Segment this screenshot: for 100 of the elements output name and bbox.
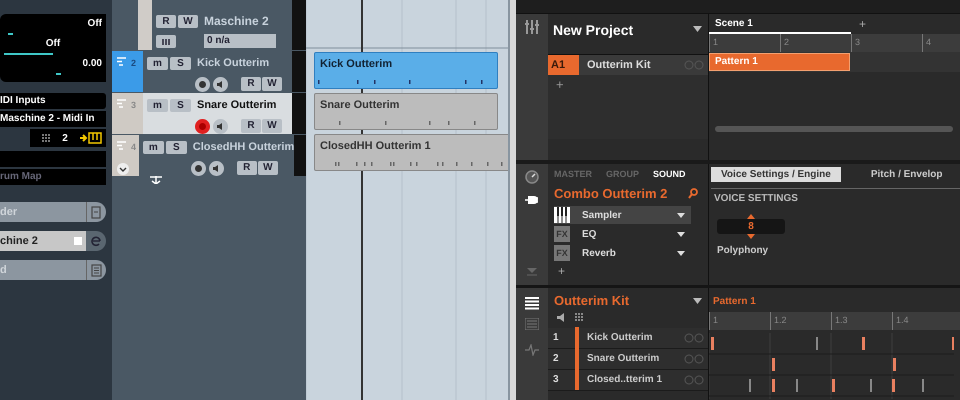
midi-input-field[interactable]: Maschine 2 - Midi In (0, 111, 106, 127)
knob-icons (684, 332, 704, 342)
track-list-icon (117, 57, 127, 66)
notes-icon (91, 264, 102, 276)
fx-badge: FX (554, 245, 570, 261)
group-name: Outterim Kit (587, 58, 651, 73)
track-button[interactable]: m (147, 56, 168, 70)
dropdown-icon (677, 232, 685, 236)
track-name: Maschine 2 (204, 13, 269, 30)
scrollbar[interactable] (715, 126, 953, 132)
speaker-icon (208, 160, 224, 176)
sound-number: 2 (552, 352, 560, 366)
group-row[interactable]: A1 Outterim Kit (548, 55, 708, 75)
ruler-label: 1.4 (892, 312, 953, 330)
search-icon (688, 188, 698, 199)
track-button[interactable]: R (241, 119, 261, 133)
sound-name: Snare Outterim (587, 352, 660, 366)
record-button[interactable] (195, 118, 210, 134)
track-button[interactable]: W (262, 119, 282, 133)
grid-icon (42, 134, 50, 142)
record-button[interactable] (190, 160, 206, 176)
arrow-keyboard-icon (80, 132, 102, 144)
drum-map-field[interactable]: rum Map (0, 169, 106, 185)
output-field[interactable]: 0 n/a (204, 34, 276, 48)
sound-name: Closed..tterim 1 (587, 373, 662, 387)
group-slot: A1 (548, 55, 579, 75)
module-name: EQ (582, 228, 596, 242)
knob-icons (684, 354, 704, 364)
track-button[interactable]: S (170, 56, 191, 70)
track-list-icon (117, 141, 127, 150)
track-button[interactable]: S (166, 140, 187, 154)
knob-icon (525, 170, 539, 184)
track-button[interactable]: R (241, 77, 261, 91)
sound-name: Combo Outterim 2 (554, 184, 668, 202)
up-arrow-icon (747, 214, 755, 219)
empty-field[interactable] (0, 151, 106, 167)
side-button[interactable] (86, 260, 106, 280)
module-slot[interactable]: Sampler (554, 206, 691, 224)
section-title: VOICE SETTINGS (714, 192, 799, 206)
page-tab[interactable]: Voice Settings / Engine (711, 167, 841, 182)
sound-name: Kick Outterim (587, 331, 653, 345)
track-button[interactable]: W (178, 14, 198, 28)
kit-name: Outterim Kit (554, 292, 630, 310)
dropdown-icon (693, 298, 702, 304)
sound-number: 1 (552, 331, 560, 345)
polyphony-label: Polyphony (717, 244, 768, 258)
module-name: Reverb (582, 246, 616, 260)
inspector-button[interactable]: chine 2 (0, 231, 86, 251)
sound-row[interactable]: 2 Snare Outterim (548, 348, 708, 370)
module-slot[interactable]: FX EQ (554, 225, 691, 243)
ruler-label: 1.3 (831, 312, 892, 330)
plug-icon (525, 194, 539, 206)
speaker-icon (213, 118, 228, 134)
track-name: Snare Outterim (197, 98, 276, 113)
dropdown-icon (677, 250, 685, 256)
mixer-icon (525, 20, 539, 34)
midi-channel[interactable]: 2 (58, 130, 72, 146)
dropdown-icon (677, 212, 685, 218)
event-part[interactable]: Kick Outterim (314, 52, 498, 89)
track-button[interactable]: m (147, 98, 168, 112)
list-icon (525, 296, 539, 310)
frame-icon (91, 206, 102, 218)
track-button[interactable]: W (262, 77, 282, 91)
track-list-icon (117, 99, 127, 108)
add-group-button[interactable]: + (548, 75, 708, 95)
track-name: ClosedHH Outterim (192, 140, 294, 155)
dropdown-icon (693, 26, 702, 32)
slider-value: Off (86, 18, 102, 30)
polyphony-field[interactable]: 8 (717, 219, 785, 234)
side-button[interactable] (86, 231, 106, 251)
project-name: New Project (553, 21, 634, 40)
track-button[interactable]: m (142, 140, 164, 154)
track-button[interactable]: W (258, 161, 278, 175)
event-part[interactable]: Snare Outterim (314, 93, 498, 130)
waveform-icon (525, 344, 539, 356)
event-part[interactable]: ClosedHH Outterim 1 (314, 134, 508, 171)
sound-row[interactable]: 1 Kick Outterim (548, 328, 708, 348)
add-scene-button[interactable]: + (859, 15, 866, 33)
collapse-icon (527, 268, 537, 276)
bars-icon (156, 34, 176, 48)
track-number: 3 (131, 99, 136, 112)
page-tab[interactable]: Pitch / Envelop (860, 167, 953, 182)
add-module-button[interactable]: + (554, 263, 691, 279)
sound-number: 3 (552, 373, 560, 387)
grid-icon (575, 313, 583, 321)
module-name: Sampler (582, 208, 622, 222)
track-button[interactable]: S (170, 98, 191, 112)
speaker-icon (213, 76, 228, 92)
side-button[interactable] (86, 202, 106, 222)
midi-label: IDI Inputs (0, 93, 106, 109)
slider-value: Off (44, 38, 62, 50)
record-button[interactable] (195, 76, 210, 92)
ruler-label: 1.2 (770, 312, 831, 330)
track-button[interactable]: R (236, 161, 257, 175)
track-name: Kick Outterim (197, 56, 270, 71)
knob-icons (684, 60, 704, 70)
sound-row[interactable]: 3 Closed..tterim 1 (548, 370, 708, 390)
module-slot[interactable]: FX Reverb (554, 244, 691, 262)
sound-tab[interactable]: SOUND (653, 168, 686, 182)
track-button[interactable]: R (156, 14, 176, 28)
